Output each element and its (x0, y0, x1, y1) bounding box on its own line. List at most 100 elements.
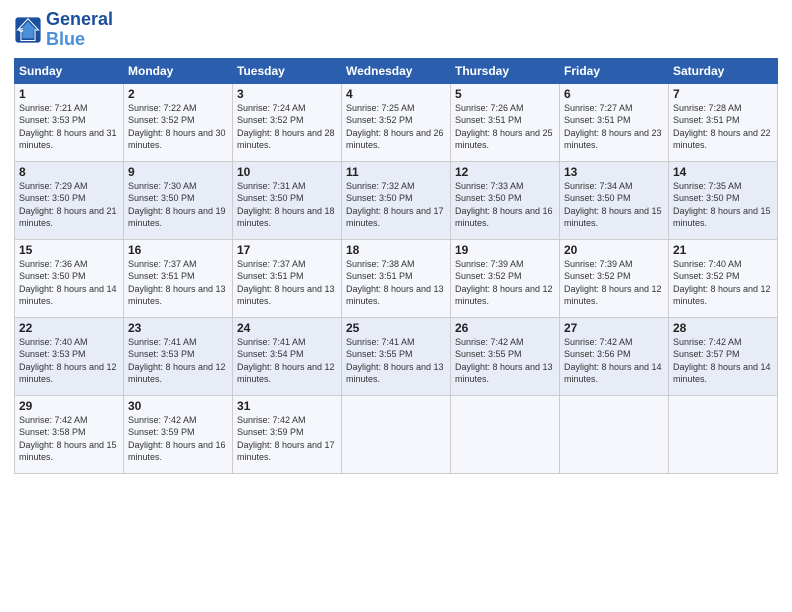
calendar-cell: 6 Sunrise: 7:27 AM Sunset: 3:51 PM Dayli… (560, 83, 669, 161)
day-number: 2 (128, 87, 228, 101)
calendar-cell: 1 Sunrise: 7:21 AM Sunset: 3:53 PM Dayli… (15, 83, 124, 161)
weekday-header: Wednesday (342, 58, 451, 83)
cell-content: Sunrise: 7:37 AM Sunset: 3:51 PM Dayligh… (237, 258, 337, 308)
cell-content: Sunrise: 7:41 AM Sunset: 3:53 PM Dayligh… (128, 336, 228, 386)
cell-content: Sunrise: 7:42 AM Sunset: 3:57 PM Dayligh… (673, 336, 773, 386)
calendar-cell: 9 Sunrise: 7:30 AM Sunset: 3:50 PM Dayli… (124, 161, 233, 239)
day-number: 21 (673, 243, 773, 257)
cell-content: Sunrise: 7:42 AM Sunset: 3:58 PM Dayligh… (19, 414, 119, 464)
cell-content: Sunrise: 7:34 AM Sunset: 3:50 PM Dayligh… (564, 180, 664, 230)
cell-content: Sunrise: 7:30 AM Sunset: 3:50 PM Dayligh… (128, 180, 228, 230)
cell-content: Sunrise: 7:39 AM Sunset: 3:52 PM Dayligh… (564, 258, 664, 308)
day-number: 23 (128, 321, 228, 335)
day-number: 14 (673, 165, 773, 179)
calendar-cell: 24 Sunrise: 7:41 AM Sunset: 3:54 PM Dayl… (233, 317, 342, 395)
day-number: 17 (237, 243, 337, 257)
calendar-cell: 25 Sunrise: 7:41 AM Sunset: 3:55 PM Dayl… (342, 317, 451, 395)
calendar-cell: 20 Sunrise: 7:39 AM Sunset: 3:52 PM Dayl… (560, 239, 669, 317)
day-number: 9 (128, 165, 228, 179)
day-number: 4 (346, 87, 446, 101)
weekday-header: Tuesday (233, 58, 342, 83)
calendar-cell: 4 Sunrise: 7:25 AM Sunset: 3:52 PM Dayli… (342, 83, 451, 161)
cell-content: Sunrise: 7:40 AM Sunset: 3:52 PM Dayligh… (673, 258, 773, 308)
calendar-cell: 21 Sunrise: 7:40 AM Sunset: 3:52 PM Dayl… (669, 239, 778, 317)
day-number: 29 (19, 399, 119, 413)
cell-content: Sunrise: 7:42 AM Sunset: 3:56 PM Dayligh… (564, 336, 664, 386)
day-number: 7 (673, 87, 773, 101)
day-number: 16 (128, 243, 228, 257)
cell-content: Sunrise: 7:41 AM Sunset: 3:54 PM Dayligh… (237, 336, 337, 386)
calendar-cell (560, 395, 669, 473)
header: G GeneralBlue (14, 10, 778, 50)
cell-content: Sunrise: 7:36 AM Sunset: 3:50 PM Dayligh… (19, 258, 119, 308)
day-number: 10 (237, 165, 337, 179)
calendar-cell: 11 Sunrise: 7:32 AM Sunset: 3:50 PM Dayl… (342, 161, 451, 239)
calendar-cell: 7 Sunrise: 7:28 AM Sunset: 3:51 PM Dayli… (669, 83, 778, 161)
calendar-cell: 17 Sunrise: 7:37 AM Sunset: 3:51 PM Dayl… (233, 239, 342, 317)
calendar-cell: 10 Sunrise: 7:31 AM Sunset: 3:50 PM Dayl… (233, 161, 342, 239)
cell-content: Sunrise: 7:24 AM Sunset: 3:52 PM Dayligh… (237, 102, 337, 152)
day-number: 25 (346, 321, 446, 335)
calendar-cell: 3 Sunrise: 7:24 AM Sunset: 3:52 PM Dayli… (233, 83, 342, 161)
day-number: 30 (128, 399, 228, 413)
cell-content: Sunrise: 7:32 AM Sunset: 3:50 PM Dayligh… (346, 180, 446, 230)
cell-content: Sunrise: 7:21 AM Sunset: 3:53 PM Dayligh… (19, 102, 119, 152)
day-number: 11 (346, 165, 446, 179)
page: G GeneralBlue SundayMondayTuesdayWednesd… (0, 0, 792, 612)
calendar-cell: 27 Sunrise: 7:42 AM Sunset: 3:56 PM Dayl… (560, 317, 669, 395)
calendar-cell: 28 Sunrise: 7:42 AM Sunset: 3:57 PM Dayl… (669, 317, 778, 395)
cell-content: Sunrise: 7:29 AM Sunset: 3:50 PM Dayligh… (19, 180, 119, 230)
day-number: 22 (19, 321, 119, 335)
day-number: 12 (455, 165, 555, 179)
calendar-cell: 18 Sunrise: 7:38 AM Sunset: 3:51 PM Dayl… (342, 239, 451, 317)
cell-content: Sunrise: 7:33 AM Sunset: 3:50 PM Dayligh… (455, 180, 555, 230)
cell-content: Sunrise: 7:26 AM Sunset: 3:51 PM Dayligh… (455, 102, 555, 152)
cell-content: Sunrise: 7:41 AM Sunset: 3:55 PM Dayligh… (346, 336, 446, 386)
calendar-cell: 23 Sunrise: 7:41 AM Sunset: 3:53 PM Dayl… (124, 317, 233, 395)
day-number: 3 (237, 87, 337, 101)
cell-content: Sunrise: 7:42 AM Sunset: 3:55 PM Dayligh… (455, 336, 555, 386)
calendar-cell: 31 Sunrise: 7:42 AM Sunset: 3:59 PM Dayl… (233, 395, 342, 473)
day-number: 1 (19, 87, 119, 101)
calendar-cell: 29 Sunrise: 7:42 AM Sunset: 3:58 PM Dayl… (15, 395, 124, 473)
calendar-cell: 15 Sunrise: 7:36 AM Sunset: 3:50 PM Dayl… (15, 239, 124, 317)
cell-content: Sunrise: 7:31 AM Sunset: 3:50 PM Dayligh… (237, 180, 337, 230)
day-number: 5 (455, 87, 555, 101)
day-number: 15 (19, 243, 119, 257)
day-number: 26 (455, 321, 555, 335)
weekday-header: Thursday (451, 58, 560, 83)
cell-content: Sunrise: 7:35 AM Sunset: 3:50 PM Dayligh… (673, 180, 773, 230)
day-number: 19 (455, 243, 555, 257)
cell-content: Sunrise: 7:37 AM Sunset: 3:51 PM Dayligh… (128, 258, 228, 308)
logo-icon: G (14, 16, 42, 44)
calendar-cell (451, 395, 560, 473)
cell-content: Sunrise: 7:27 AM Sunset: 3:51 PM Dayligh… (564, 102, 664, 152)
day-number: 24 (237, 321, 337, 335)
weekday-header: Friday (560, 58, 669, 83)
weekday-header: Saturday (669, 58, 778, 83)
logo: G GeneralBlue (14, 10, 113, 50)
cell-content: Sunrise: 7:38 AM Sunset: 3:51 PM Dayligh… (346, 258, 446, 308)
calendar-cell: 19 Sunrise: 7:39 AM Sunset: 3:52 PM Dayl… (451, 239, 560, 317)
cell-content: Sunrise: 7:42 AM Sunset: 3:59 PM Dayligh… (237, 414, 337, 464)
day-number: 27 (564, 321, 664, 335)
calendar-cell (342, 395, 451, 473)
day-number: 31 (237, 399, 337, 413)
calendar-cell: 8 Sunrise: 7:29 AM Sunset: 3:50 PM Dayli… (15, 161, 124, 239)
day-number: 28 (673, 321, 773, 335)
day-number: 8 (19, 165, 119, 179)
cell-content: Sunrise: 7:25 AM Sunset: 3:52 PM Dayligh… (346, 102, 446, 152)
calendar-cell: 12 Sunrise: 7:33 AM Sunset: 3:50 PM Dayl… (451, 161, 560, 239)
svg-text:G: G (19, 28, 23, 34)
logo-text: GeneralBlue (46, 10, 113, 50)
calendar-cell (669, 395, 778, 473)
calendar-cell: 16 Sunrise: 7:37 AM Sunset: 3:51 PM Dayl… (124, 239, 233, 317)
calendar-cell: 30 Sunrise: 7:42 AM Sunset: 3:59 PM Dayl… (124, 395, 233, 473)
weekday-header: Sunday (15, 58, 124, 83)
calendar-cell: 22 Sunrise: 7:40 AM Sunset: 3:53 PM Dayl… (15, 317, 124, 395)
calendar-cell: 14 Sunrise: 7:35 AM Sunset: 3:50 PM Dayl… (669, 161, 778, 239)
day-number: 6 (564, 87, 664, 101)
cell-content: Sunrise: 7:40 AM Sunset: 3:53 PM Dayligh… (19, 336, 119, 386)
cell-content: Sunrise: 7:22 AM Sunset: 3:52 PM Dayligh… (128, 102, 228, 152)
cell-content: Sunrise: 7:42 AM Sunset: 3:59 PM Dayligh… (128, 414, 228, 464)
